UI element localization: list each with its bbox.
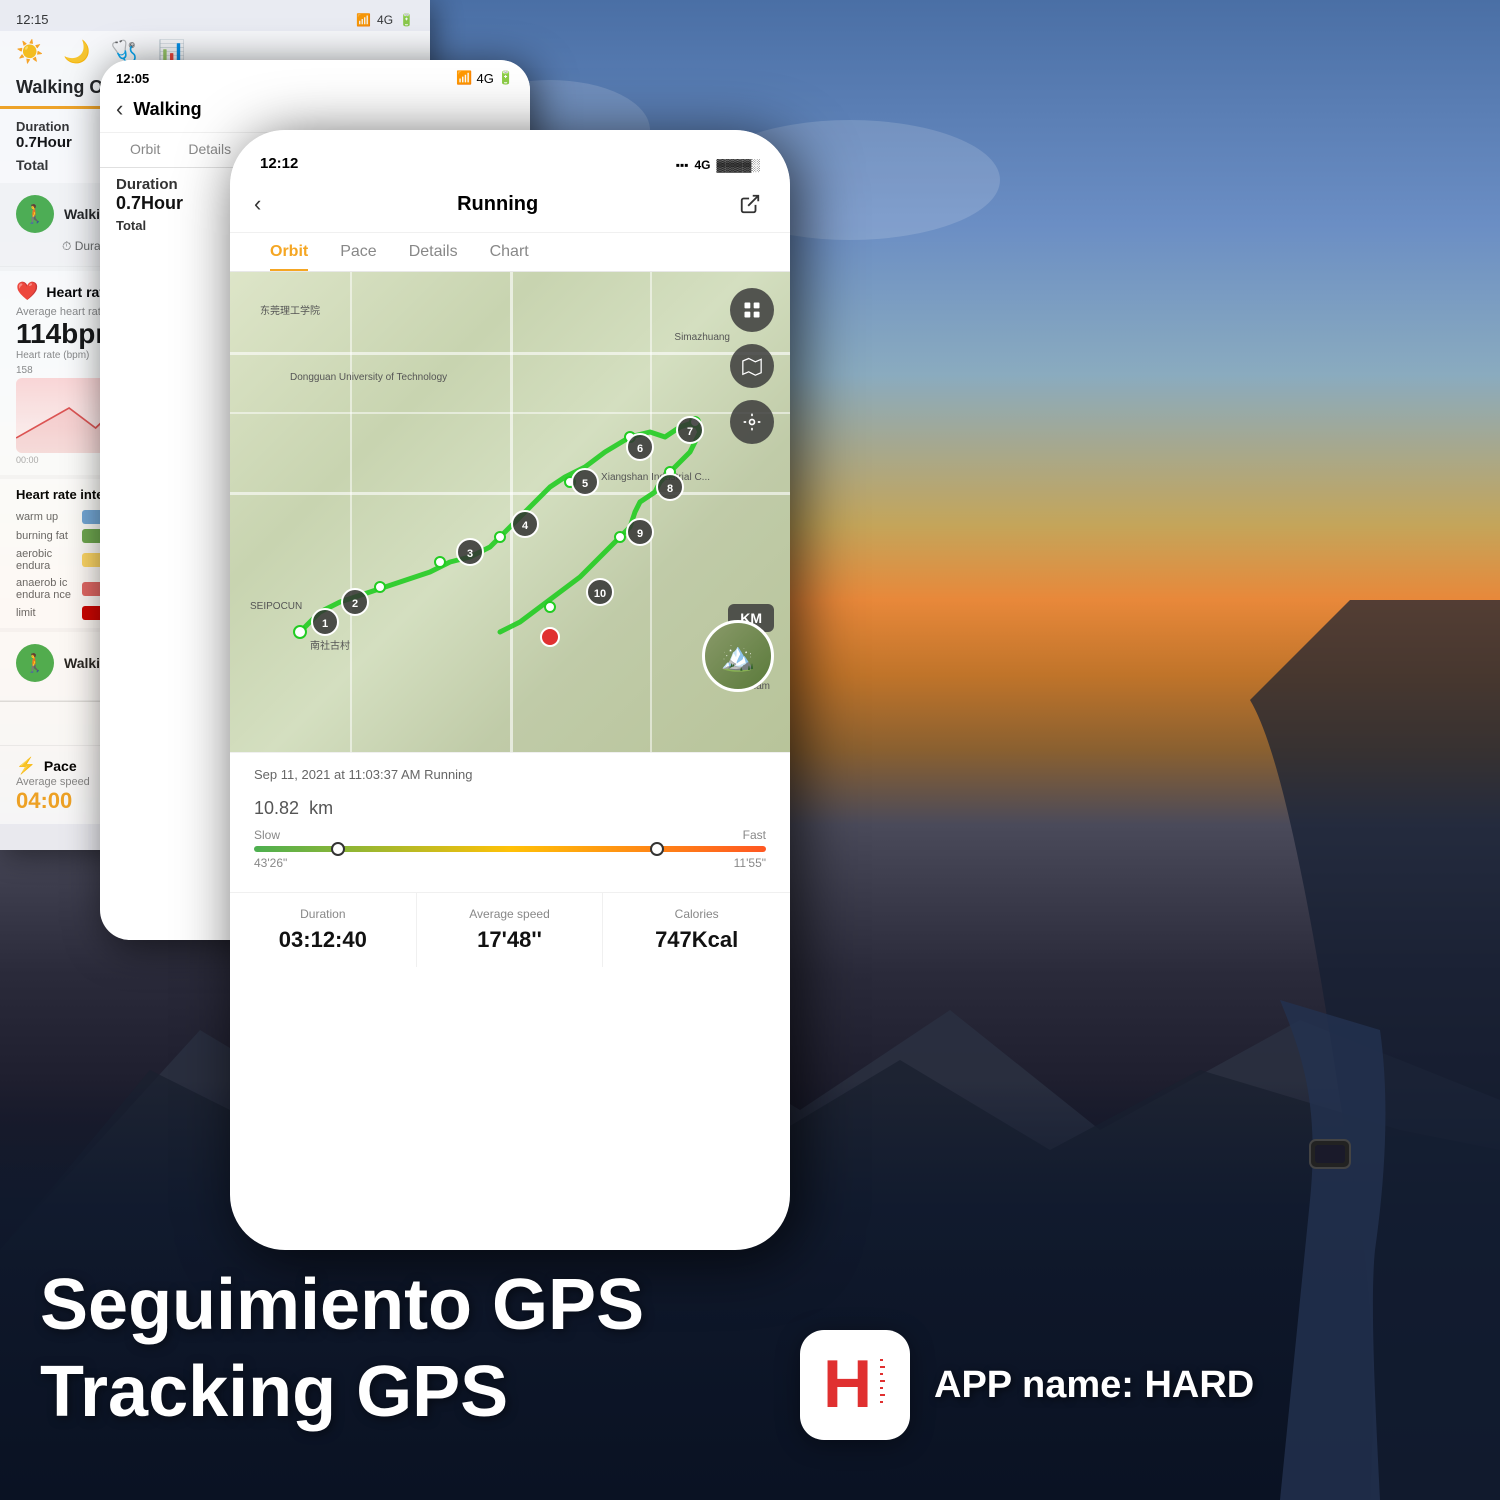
svg-text:7: 7	[687, 426, 693, 438]
pace-marker-right	[650, 842, 664, 856]
stat-speed: Average speed 17'48''	[417, 893, 604, 967]
activity-card: Sep 11, 2021 at 11:03:37 AM Running 10.8…	[230, 752, 790, 892]
map-type-btn[interactable]	[730, 344, 774, 388]
pace-icon: ⚡	[16, 756, 36, 776]
stat-calories: Calories 747Kcal	[603, 893, 790, 967]
activity-icon: ☀️	[16, 39, 43, 65]
pace-gradient-bar	[254, 846, 766, 852]
pace-bar-container: Slow Fast 43'26" 11'55"	[254, 828, 766, 870]
phone-main-inner: 12:12 ▪▪▪ 4G ▓▓▓▓░ ‹ Running Orbit Pace	[230, 130, 790, 1250]
phone-bg-time: 12:15	[16, 12, 49, 27]
svg-text:3: 3	[467, 548, 473, 560]
tab-details[interactable]: Details	[393, 233, 474, 271]
person-silhouette	[1000, 0, 1500, 1500]
svg-text:6: 6	[637, 443, 643, 455]
svg-text:H: H	[823, 1346, 872, 1422]
walk-icon-2: 🚶	[16, 644, 54, 682]
stats-row: Duration 03:12:40 Average speed 17'48'' …	[230, 892, 790, 967]
svg-text:9: 9	[637, 528, 643, 540]
calories-stat-label: Calories	[619, 907, 774, 921]
phone-mid-back[interactable]: ‹	[116, 96, 123, 122]
main-share-btn[interactable]	[734, 188, 766, 220]
tab-pace[interactable]: Pace	[324, 233, 392, 271]
pace-slow-val: 43'26"	[254, 856, 287, 870]
network-type: 4G	[694, 158, 710, 172]
activity-card-header: Sep 11, 2021 at 11:03:37 AM Running 10.8…	[254, 767, 766, 820]
phone-mid-tab-orbit[interactable]: Orbit	[116, 133, 174, 167]
activity-distance: 10.82 km	[254, 784, 766, 820]
svg-text:4: 4	[522, 520, 529, 532]
duration-stat-label: Duration	[246, 907, 400, 921]
app-icon: H	[800, 1330, 910, 1440]
phone-mid-signal: 📶 4G 🔋	[456, 70, 514, 86]
pace-fast-label: Fast	[743, 828, 766, 842]
heart-icon: ❤️	[16, 281, 38, 302]
phone-mid-time: 12:05	[116, 71, 149, 86]
main-tabs-bar: Orbit Pace Details Chart	[230, 233, 790, 272]
main-status-bar: 12:12 ▪▪▪ 4G ▓▓▓▓░	[230, 130, 790, 180]
pace-marker-left	[331, 842, 345, 856]
main-time: 12:12	[260, 155, 298, 172]
hard-app-logo-svg: H	[815, 1345, 895, 1425]
map-location-btn[interactable]	[730, 400, 774, 444]
tab-orbit[interactable]: Orbit	[254, 233, 324, 271]
main-header: ‹ Running	[230, 180, 790, 233]
pace-fast-val: 11'55"	[734, 856, 766, 870]
phone-main: 12:12 ▪▪▪ 4G ▓▓▓▓░ ‹ Running Orbit Pace	[230, 130, 790, 1250]
gps-route-svg: 1 2 3 4 5 6 7 8	[230, 272, 790, 752]
activity-info: Sep 11, 2021 at 11:03:37 AM Running 10.8…	[254, 767, 766, 820]
svg-text:1: 1	[322, 618, 328, 630]
app-name-text: APP name: HARD	[934, 1364, 1254, 1407]
stat-duration: Duration 03:12:40	[230, 893, 417, 967]
map-layers-btn[interactable]	[730, 288, 774, 332]
main-back-btn[interactable]: ‹	[254, 191, 261, 217]
phone-bg-status-icons: 📶4G🔋	[356, 13, 414, 27]
app-branding: H APP name: HARD	[800, 1330, 1254, 1440]
phone-bg-status-bar: 12:15 📶4G🔋	[0, 0, 430, 31]
speed-stat-value: 17'48''	[433, 927, 587, 953]
battery-indicator: ▓▓▓▓░	[717, 158, 761, 172]
svg-text:8: 8	[667, 483, 673, 495]
signal-bars-icon: ▪▪▪	[676, 158, 689, 172]
pace-values: 43'26" 11'55"	[254, 856, 766, 870]
speed-stat-label: Average speed	[433, 907, 587, 921]
walk-icon-1: 🚶	[16, 195, 54, 233]
svg-text:5: 5	[582, 478, 588, 490]
main-status-icons: ▪▪▪ 4G ▓▓▓▓░	[676, 158, 760, 172]
main-title: Running	[457, 193, 538, 216]
activity-date: Sep 11, 2021 at 11:03:37 AM Running	[254, 767, 766, 782]
pace-labels: Slow Fast	[254, 828, 766, 842]
map-area[interactable]: 东莞理工学院 Simazhuang Dongguan University of…	[230, 272, 790, 752]
distance-unit: km	[309, 798, 333, 818]
svg-text:2: 2	[352, 598, 358, 610]
duration-stat-value: 03:12:40	[246, 927, 400, 953]
pace-slow-label: Slow	[254, 828, 280, 842]
svg-text:10: 10	[594, 588, 606, 600]
phone-mid-title: Walking	[133, 99, 201, 120]
tab-chart[interactable]: Chart	[474, 233, 545, 271]
sleep-icon: 🌙	[63, 39, 90, 65]
calories-stat-value: 747Kcal	[619, 927, 774, 953]
pace-title: Pace	[44, 758, 77, 774]
phone-mid-header: ‹ Walking	[100, 90, 530, 133]
activity-thumbnail: 🏔️	[702, 620, 774, 692]
phone-mid-status: 12:05 📶 4G 🔋	[100, 60, 530, 90]
